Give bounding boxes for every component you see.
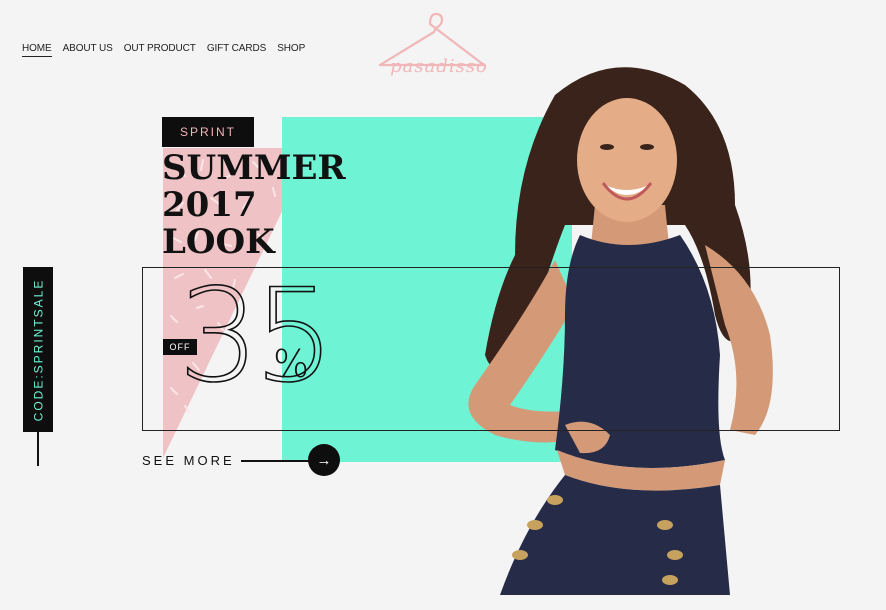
discount-percent: % (273, 342, 310, 386)
headline-line-2: 2017 (162, 185, 257, 225)
nav-item-gift-cards[interactable]: GIFT CARDS (207, 43, 266, 57)
see-more-line (241, 460, 309, 462)
sprint-tag: SPRINT (162, 117, 254, 147)
see-more-link[interactable]: SEE MORE (142, 453, 235, 468)
off-tag: OFF (163, 339, 197, 355)
discount-number: 35 (177, 261, 335, 412)
headline-line-1: SUMMER (162, 148, 346, 188)
nav-item-about-us[interactable]: ABOUT US (63, 43, 113, 57)
nav-item-shop[interactable]: SHOP (277, 43, 305, 57)
headline-line-3: LOOK (162, 222, 275, 262)
main-nav: HOME ABOUT US OUT PRODUCT GIFT CARDS SHO… (22, 43, 305, 57)
arrow-right-icon: → (316, 451, 332, 469)
promo-code-line (37, 432, 39, 466)
see-more-button[interactable]: → (308, 444, 340, 476)
hero-headline: SUMMER 2017 LOOK (162, 150, 346, 261)
promo-code-text: CODE:SPRINTSALE (31, 278, 46, 421)
promo-code-box: CODE:SPRINTSALE (23, 267, 53, 432)
nav-item-our-product[interactable]: OUT PRODUCT (124, 43, 196, 57)
nav-item-home[interactable]: HOME (22, 43, 52, 57)
